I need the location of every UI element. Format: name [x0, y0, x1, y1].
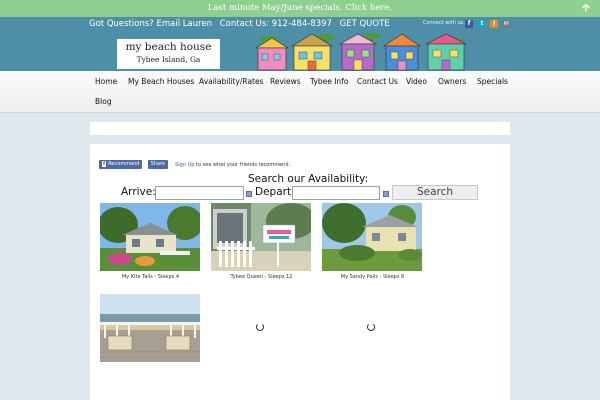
property-photo[interactable] — [100, 203, 200, 271]
property-card[interactable]: My Kite Tails - Sleeps 4 — [100, 203, 201, 280]
loading-spinner-icon — [367, 323, 375, 331]
search-button[interactable]: Search — [392, 185, 478, 200]
facebook-recommend-row: f Recommend Share Sign Up to see what you… — [99, 154, 290, 173]
facebook-signup-text: Sign Up to see what your friends recomme… — [175, 162, 290, 168]
property-card[interactable]: My Sandy Pails - Sleeps 6 — [322, 203, 423, 280]
notice-box — [89, 121, 511, 136]
search-title: Search our Availability: — [248, 173, 369, 185]
facebook-icon: f — [102, 161, 107, 167]
property-photo[interactable] — [322, 203, 422, 271]
email-link[interactable]: Got Questions? Email Lauren — [89, 19, 212, 29]
connect-label: Connect with us: — [423, 20, 465, 26]
arrive-input[interactable] — [155, 186, 244, 200]
email-icon[interactable]: ✉ — [502, 20, 510, 28]
nav-video[interactable]: Video — [406, 77, 427, 86]
site-header: Got Questions? Email Lauren Contact Us: … — [0, 17, 600, 71]
nav-my-beach-houses[interactable]: My Beach Houses — [128, 77, 194, 86]
facebook-recommend-button[interactable]: f Recommend — [99, 160, 143, 169]
nav-specials[interactable]: Specials — [477, 77, 508, 86]
nav-tybee-info[interactable]: Tybee Info — [310, 77, 348, 86]
recommend-label: Recommend — [108, 161, 140, 167]
loading-spinner-icon — [256, 323, 264, 331]
facebook-icon[interactable]: f — [465, 20, 473, 28]
facebook-signup-link[interactable]: Sign Up — [175, 162, 194, 168]
nav-owners[interactable]: Owners — [438, 77, 466, 86]
promo-banner[interactable]: Last minute May/June specials. Click her… — [0, 0, 600, 17]
logo-subtitle: Tybee Island, Ga — [136, 55, 201, 64]
arrow-up-icon[interactable]: 🡱 — [580, 2, 592, 14]
property-caption[interactable]: My Kite Tails - Sleeps 4 — [100, 274, 201, 280]
signup-text: to see what your friends recommend. — [196, 161, 291, 168]
property-photo[interactable] — [100, 294, 200, 362]
nav-blog[interactable]: Blog — [95, 97, 112, 106]
depart-input[interactable] — [292, 186, 380, 200]
site-logo[interactable]: my beach house Tybee Island, Ga — [117, 39, 220, 69]
property-caption[interactable]: Tybee Queen - Sleeps 12 — [211, 274, 312, 280]
depart-label: Depart: — [255, 186, 295, 198]
twitter-icon[interactable]: t — [478, 20, 486, 28]
calendar-icon[interactable] — [383, 191, 389, 197]
property-card[interactable] — [100, 294, 201, 362]
contact-line: Got Questions? Email Lauren Contact Us: … — [89, 19, 395, 29]
calendar-icon[interactable] — [246, 191, 252, 197]
get-quote-link[interactable]: GET QUOTE — [340, 19, 390, 29]
phone-link[interactable]: Contact Us: 912-484-8397 — [220, 19, 332, 29]
nav-availability-rates[interactable]: Availability/Rates — [199, 77, 264, 86]
facebook-share-button[interactable]: Share — [147, 160, 169, 169]
main-nav: Home My Beach Houses Availability/Rates … — [0, 71, 600, 113]
arrive-label: Arrive: — [121, 186, 156, 198]
nav-contact-us[interactable]: Contact Us — [357, 77, 398, 86]
nav-reviews[interactable]: Reviews — [270, 77, 301, 86]
property-caption[interactable]: My Sandy Pails - Sleeps 6 — [322, 274, 423, 280]
logo-title: my beach house — [125, 41, 212, 53]
property-photo[interactable] — [211, 203, 311, 271]
property-card[interactable]: Tybee Queen - Sleeps 12 — [211, 203, 312, 280]
rss-icon[interactable]: ) — [490, 20, 498, 28]
promo-link[interactable]: Last minute May/June specials. Click her… — [208, 3, 392, 13]
beach-houses-illustration — [254, 33, 467, 71]
nav-home[interactable]: Home — [95, 77, 117, 86]
